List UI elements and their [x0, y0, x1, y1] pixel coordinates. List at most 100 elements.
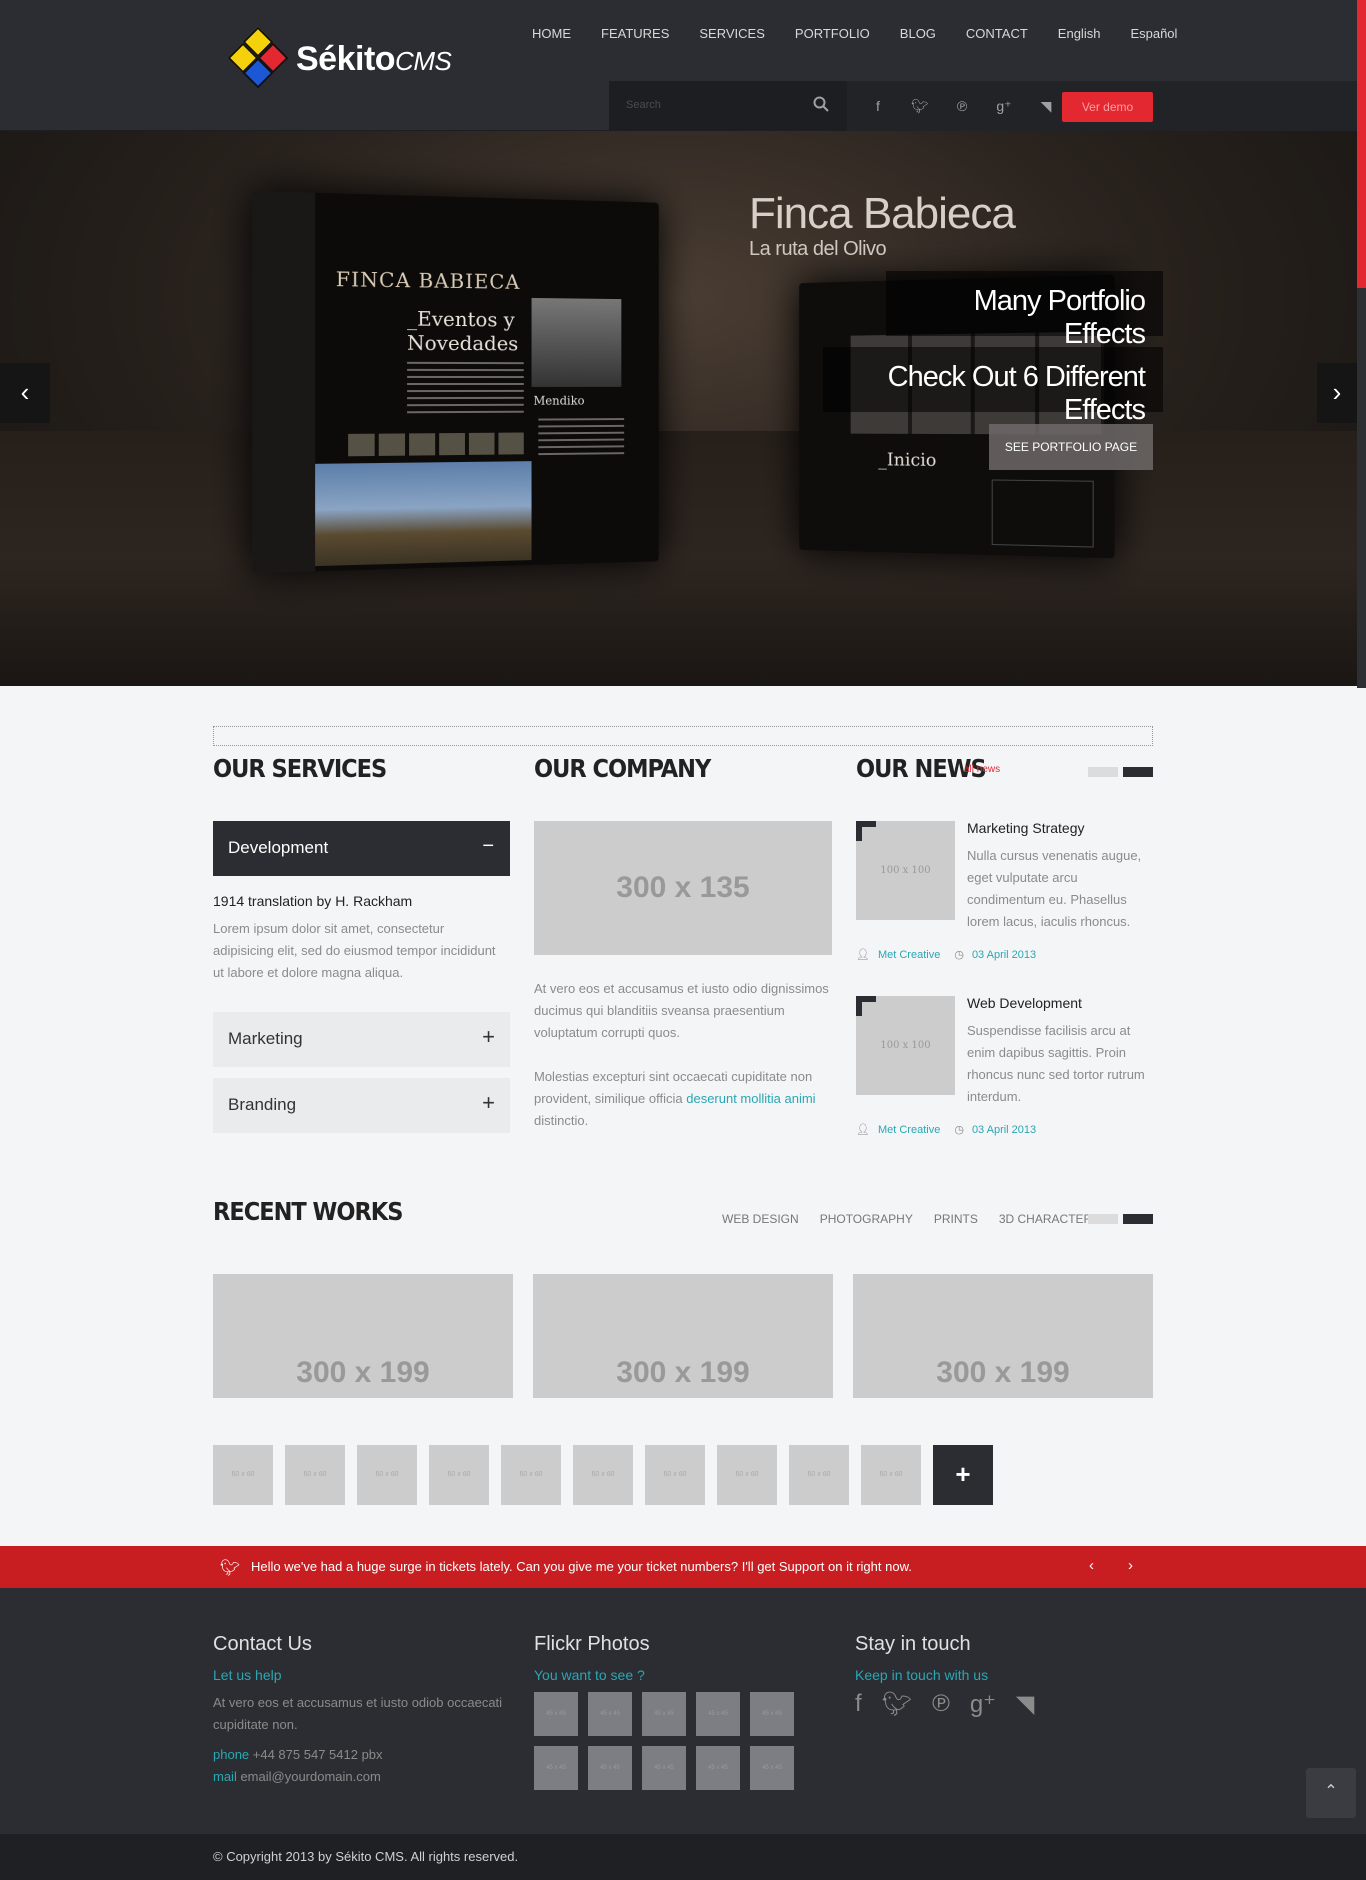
scrollbar-track[interactable] — [1357, 288, 1366, 688]
facebook-icon[interactable]: f — [855, 1690, 862, 1719]
twitter-icon[interactable]: 🐦︎ — [882, 1690, 912, 1719]
nav-home[interactable]: HOME — [532, 26, 571, 41]
filter-web-design[interactable]: WEB DESIGN — [722, 1212, 799, 1226]
flickr-photo[interactable]: 45 x 45 — [750, 1692, 794, 1736]
work-item[interactable]: 300 x 199 — [533, 1274, 833, 1398]
rss-icon[interactable]: ◥ — [1025, 98, 1067, 115]
search-input[interactable]: Search — [609, 81, 847, 131]
nav-portfolio[interactable]: PORTFOLIO — [795, 26, 870, 41]
demo-button[interactable]: Ver demo — [1062, 92, 1153, 122]
slider-prev-icon[interactable]: ‹ — [0, 363, 50, 423]
work-thumb[interactable]: 60 x 60 — [645, 1445, 705, 1505]
accordion-marketing[interactable]: Marketing + — [213, 1012, 510, 1067]
logo-text: SékitoCMS — [296, 39, 452, 78]
work-thumb[interactable]: 60 x 60 — [501, 1445, 561, 1505]
news-item-text: Suspendisse facilisis arcu at enim dapib… — [967, 1023, 1145, 1104]
header-toolbar: Search f 🐦︎ ℗ g⁺ ◥ Ver demo — [609, 81, 1357, 131]
copyright: © Copyright 2013 by Sékito CMS. All righ… — [0, 1834, 1366, 1880]
twitter-icon[interactable]: 🐦︎ — [899, 98, 941, 115]
company-paragraph-2: Molestias excepturi sint occaecati cupid… — [534, 1069, 816, 1128]
contact-email[interactable]: mail email@yourdomain.com — [213, 1766, 381, 1788]
user-icon: 👤︎ — [856, 1124, 870, 1136]
contact-subtitle[interactable]: Let us help — [213, 1667, 282, 1683]
company-image: 300 x 135 — [534, 821, 832, 955]
rss-icon[interactable]: ◥ — [1016, 1690, 1034, 1719]
nav-contact[interactable]: CONTACT — [966, 26, 1028, 41]
flickr-photo[interactable]: 45 x 45 — [750, 1746, 794, 1790]
nav-english[interactable]: English — [1058, 26, 1101, 41]
company-title: OUR COMPANY — [534, 754, 711, 783]
search-icon[interactable] — [813, 96, 829, 117]
news-item-title[interactable]: Marketing Strategy — [967, 820, 1085, 836]
news-meta: 👤︎ Met Creative ◷ 03 April 2013 — [856, 1123, 1037, 1137]
accordion-branding[interactable]: Branding + — [213, 1078, 510, 1133]
filter-3d-characters[interactable]: 3D CHARACTERS — [999, 1212, 1100, 1226]
tweet-prev-icon[interactable]: ‹ — [1089, 1557, 1094, 1574]
pinterest-icon[interactable]: ℗ — [941, 98, 983, 114]
news-thumb[interactable]: 100 x 100 — [856, 821, 955, 920]
flickr-photo[interactable]: 45 x 45 — [534, 1692, 578, 1736]
clock-icon: ◷ — [954, 949, 964, 961]
nav-services[interactable]: SERVICES — [699, 26, 765, 41]
flickr-photo[interactable]: 45 x 45 — [642, 1746, 686, 1790]
flickr-photo[interactable]: 45 x 45 — [696, 1746, 740, 1790]
nav-espanol[interactable]: Español — [1130, 26, 1177, 41]
work-item[interactable]: 300 x 199 — [213, 1274, 513, 1398]
pinterest-icon[interactable]: ℗ — [932, 1690, 950, 1719]
news-pager[interactable] — [1088, 767, 1153, 777]
portfolio-page-button[interactable]: SEE PORTFOLIO PAGE — [989, 424, 1153, 470]
work-item[interactable]: 300 x 199 — [853, 1274, 1153, 1398]
twitter-bar: 🐦︎ Hello we've had a huge surge in ticke… — [0, 1546, 1366, 1588]
hero-caption-1: Many Portfolio Effects — [886, 271, 1163, 350]
content-divider — [213, 726, 1153, 746]
work-thumb[interactable]: 60 x 60 — [357, 1445, 417, 1505]
stay-subtitle[interactable]: Keep in touch with us — [855, 1667, 988, 1683]
works-pager[interactable] — [1088, 1214, 1153, 1224]
flickr-photo[interactable]: 45 x 45 — [696, 1692, 740, 1736]
work-thumb[interactable]: 60 x 60 — [285, 1445, 345, 1505]
slider-next-icon[interactable]: › — [1317, 363, 1357, 423]
google-plus-icon[interactable]: g⁺ — [970, 1690, 996, 1719]
all-news-link[interactable]: all news — [964, 764, 1000, 775]
flickr-photo[interactable]: 45 x 45 — [534, 1746, 578, 1790]
work-thumb[interactable]: 60 x 60 — [717, 1445, 777, 1505]
flickr-photo[interactable]: 45 x 45 — [588, 1692, 632, 1736]
tweet-text: Hello we've had a huge surge in tickets … — [251, 1559, 912, 1574]
more-works-button[interactable]: + — [933, 1445, 993, 1505]
flickr-subtitle[interactable]: You want to see ? — [534, 1667, 645, 1683]
facebook-icon[interactable]: f — [857, 98, 899, 114]
work-thumb[interactable]: 60 x 60 — [789, 1445, 849, 1505]
back-to-top-icon[interactable]: ⌃ — [1306, 1768, 1356, 1818]
logo-icon — [227, 26, 289, 89]
filter-prints[interactable]: PRINTS — [934, 1212, 978, 1226]
work-thumb[interactable]: 60 x 60 — [213, 1445, 273, 1505]
flickr-photo[interactable]: 45 x 45 — [642, 1692, 686, 1736]
accordion-body: Lorem ipsum dolor sit amet, consectetur … — [213, 921, 496, 980]
accordion-question: 1914 translation by H. Rackham — [213, 893, 413, 909]
work-thumb[interactable]: 60 x 60 — [429, 1445, 489, 1505]
google-plus-icon[interactable]: g⁺ — [983, 98, 1025, 115]
company-paragraph-1: At vero eos et accusamus et iusto odio d… — [534, 981, 829, 1040]
news-item-title[interactable]: Web Development — [967, 995, 1082, 1011]
work-thumb[interactable]: 60 x 60 — [573, 1445, 633, 1505]
twitter-icon: 🐦︎ — [220, 1560, 241, 1577]
logo[interactable]: SékitoCMS — [227, 26, 452, 89]
plus-icon[interactable]: + — [482, 1024, 495, 1050]
news-thumb[interactable]: 100 x 100 — [856, 996, 955, 1095]
footer-social: f 🐦︎ ℗ g⁺ ◥ — [855, 1690, 1054, 1719]
header-social: f 🐦︎ ℗ g⁺ ◥ — [857, 81, 1067, 131]
work-thumb[interactable]: 60 x 60 — [861, 1445, 921, 1505]
nav-features[interactable]: FEATURES — [601, 26, 669, 41]
flickr-photo[interactable]: 45 x 45 — [588, 1746, 632, 1790]
user-icon: 👤︎ — [856, 949, 870, 961]
scrollbar-thumb[interactable] — [1357, 0, 1366, 288]
minus-icon[interactable]: − — [482, 835, 494, 858]
tweet-next-icon[interactable]: › — [1128, 1557, 1133, 1574]
works-filter: WEB DESIGN PHOTOGRAPHY PRINTS 3D CHARACT… — [722, 1212, 1121, 1226]
nav-blog[interactable]: BLOG — [900, 26, 936, 41]
company-link[interactable]: deserunt mollitia animi — [686, 1091, 815, 1106]
site-header: SékitoCMS HOME FEATURES SERVICES PORTFOL… — [0, 0, 1366, 131]
accordion-development[interactable]: Development − — [213, 821, 510, 876]
plus-icon[interactable]: + — [482, 1090, 495, 1116]
filter-photography[interactable]: PHOTOGRAPHY — [820, 1212, 913, 1226]
